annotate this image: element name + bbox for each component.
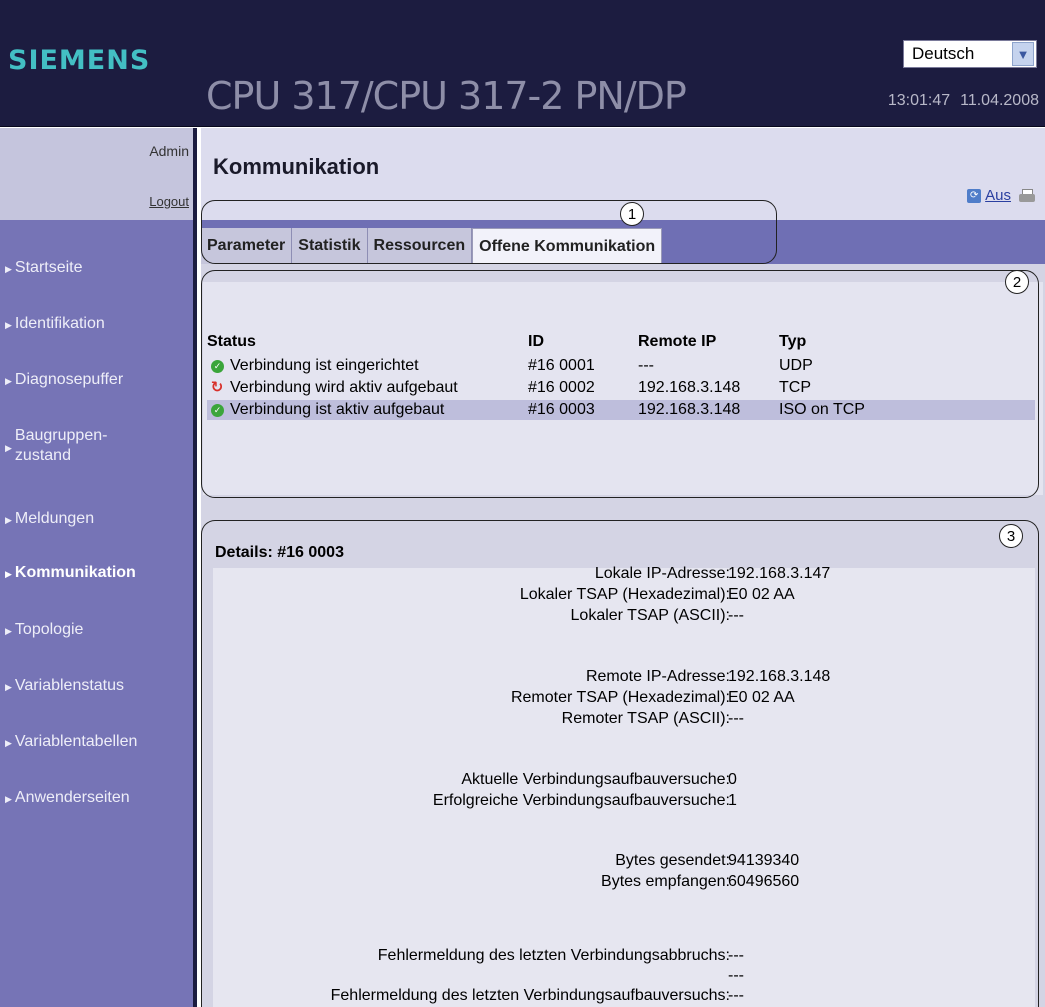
datetime: 13:01:47 11.04.2008 bbox=[878, 92, 1039, 110]
language-value: Deutsch bbox=[912, 44, 975, 63]
sidebar-item-identifikation[interactable]: ▶ Identifikation bbox=[5, 315, 105, 333]
sidebar-divider bbox=[193, 128, 197, 1007]
callout-number-1: 1 bbox=[620, 202, 644, 226]
cpu-title: CPU 317/CPU 317-2 PN/DP bbox=[206, 74, 687, 118]
arrow-right-icon: ▶ bbox=[5, 320, 12, 330]
sidebar-item-variablentabellen[interactable]: ▶ Variablentabellen bbox=[5, 733, 137, 751]
logout-link[interactable]: Logout bbox=[149, 194, 189, 209]
date-value: 11.04.2008 bbox=[960, 92, 1039, 109]
page-title: Kommunikation bbox=[213, 154, 380, 179]
arrow-right-icon: ▶ bbox=[5, 569, 12, 579]
sidebar-item-diagnosepuffer[interactable]: ▶ Diagnosepuffer bbox=[5, 371, 123, 389]
main-content: Kommunikation ⟳ Aus Parameter Statistik … bbox=[201, 128, 1045, 1007]
arrow-right-icon: ▶ bbox=[5, 682, 12, 692]
auto-refresh-link[interactable]: Aus bbox=[985, 187, 1011, 204]
arrow-right-icon: ▶ bbox=[5, 794, 12, 804]
language-select[interactable]: Deutsch ▼ bbox=[903, 40, 1037, 68]
arrow-right-icon: ▶ bbox=[5, 738, 12, 748]
callout-number-2: 2 bbox=[1005, 270, 1029, 294]
sidebar-item-topologie[interactable]: ▶ Topologie bbox=[5, 621, 83, 639]
refresh-icon[interactable]: ⟳ bbox=[967, 188, 982, 203]
chevron-down-icon[interactable]: ▼ bbox=[1012, 42, 1034, 66]
print-icon[interactable] bbox=[1019, 188, 1035, 203]
header-bar: SIEMENS CPU 317/CPU 317-2 PN/DP Deutsch … bbox=[0, 0, 1045, 127]
user-panel: Admin Logout bbox=[0, 128, 197, 220]
user-name: Admin bbox=[149, 143, 189, 159]
callout-number-3: 3 bbox=[999, 524, 1023, 548]
auto-refresh-control: ⟳ Aus bbox=[967, 187, 1035, 204]
sidebar: Admin Logout ▶ Startseite ▶ Identifikation… bbox=[0, 128, 197, 1007]
callout-frame-2 bbox=[201, 270, 1039, 498]
arrow-right-icon: ▶ bbox=[5, 376, 12, 386]
sidebar-item-meldungen[interactable]: ▶ Meldungen bbox=[5, 510, 94, 528]
sidebar-item-kommunikation[interactable]: ▶ Kommunikation bbox=[5, 564, 136, 582]
arrow-right-icon: ▶ bbox=[5, 626, 12, 636]
time-value: 13:01:47 bbox=[887, 92, 951, 109]
sidebar-item-startseite[interactable]: ▶ Startseite bbox=[5, 259, 83, 277]
callout-frame-1 bbox=[201, 200, 777, 264]
sidebar-item-baugruppenzustand[interactable]: ▶ Baugruppen-zustand bbox=[5, 426, 107, 466]
siemens-logo: SIEMENS bbox=[8, 45, 151, 76]
arrow-right-icon: ▶ bbox=[5, 264, 12, 274]
sidebar-item-anwenderseiten[interactable]: ▶ Anwenderseiten bbox=[5, 789, 130, 807]
sidebar-item-variablenstatus[interactable]: ▶ Variablenstatus bbox=[5, 677, 124, 695]
arrow-right-icon: ▶ bbox=[5, 515, 12, 525]
arrow-right-icon: ▶ bbox=[5, 443, 12, 453]
callout-frame-3 bbox=[201, 520, 1039, 1007]
